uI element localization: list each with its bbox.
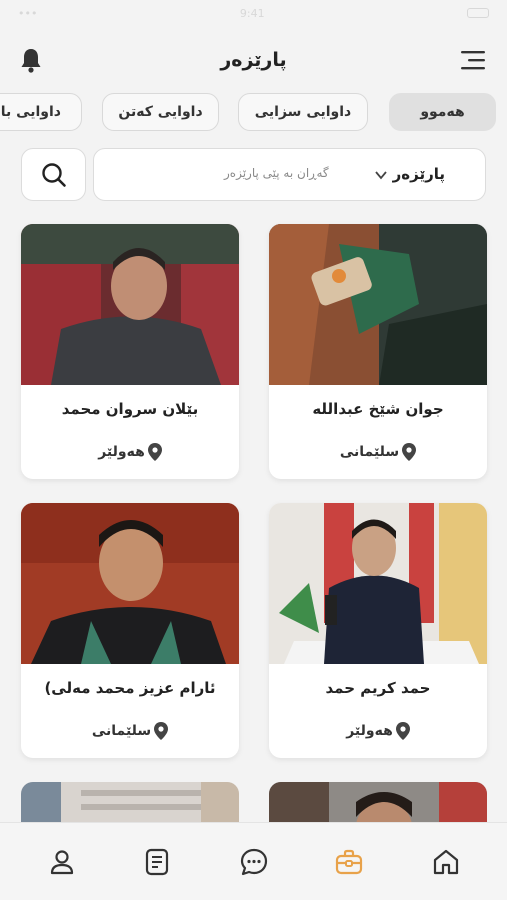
home-icon[interactable] [431,847,461,877]
document-icon[interactable] [142,847,172,877]
search-filter-select[interactable]: پارێزەر [393,165,445,183]
app-header: پارێزەر [0,40,507,80]
search-icon [41,162,66,187]
bottom-tab-bar [0,822,507,900]
lawyer-location: سلێمانی [269,443,487,461]
search-field[interactable]: پارێزەر گەڕان بە پێی پارێزەر [93,148,486,201]
chat-icon[interactable] [239,847,269,877]
lawyer-card[interactable]: ئارام عزیز محمد مەلی) سلێمانی [21,503,239,758]
lawyer-card[interactable]: جوان شێخ عبدالله سلێمانی [269,224,487,479]
page-title: پارێزەر [220,49,287,71]
search-row: پارێزەر گەڕان بە پێی پارێزەر [0,148,507,202]
location-label: سلێمانی [91,723,152,739]
lawyer-photo [269,224,487,385]
lawyer-name: جوان شێخ عبدالله [312,400,444,418]
lawyer-photo [21,224,239,385]
filter-chip-label: هەموو [420,104,465,120]
lawyer-location: هەولێر [269,722,487,740]
filter-chip-label: داوایی کەتن [118,104,203,120]
lawyer-location: هەولێر [21,443,239,461]
profile-icon[interactable] [47,847,77,877]
lawyer-card[interactable]: حمد کریم حمد هەولێر [269,503,487,758]
lawyer-photo [21,503,239,664]
status-carrier: ••• [18,6,38,20]
lawyer-photo [269,503,487,664]
search-button[interactable] [21,148,86,201]
location-label: هەولێر [346,723,393,739]
location-pin-icon [154,722,169,740]
lawyer-name: ئارام عزیز محمد مەلی) [44,679,216,697]
status-bar: ••• 9:41 [0,0,507,26]
filter-chip-criminal[interactable]: داوایی سزایی [238,93,368,131]
search-input[interactable]: گەڕان بە پێی پارێزەر [224,166,329,180]
lawyer-name: بێلان سروان محمد [61,400,199,418]
category-filters: هەموو داوایی سزایی داوایی کەتن داوایی با… [0,93,507,133]
battery-icon [466,8,489,18]
lawyer-location: سلێمانی [21,722,239,740]
chevron-down-icon[interactable] [374,169,388,181]
filter-chip-divorce[interactable]: داوایی کەتن [102,93,219,131]
bell-icon[interactable] [18,46,44,74]
status-time: 9:41 [239,6,265,20]
status-indicators [466,8,489,18]
filter-chip-all[interactable]: هەموو [389,93,496,131]
location-pin-icon [402,443,417,461]
location-pin-icon [395,722,410,740]
location-label: سلێمانی [339,444,400,460]
filter-chip-more[interactable]: داوایی بار [0,93,82,131]
lawyer-card[interactable]: بێلان سروان محمد هەولێر [21,224,239,479]
filter-chip-label: داوایی سزایی [254,104,352,120]
lawyer-name: حمد کریم حمد [325,679,431,697]
filter-chip-label: داوایی بار [0,104,61,120]
location-pin-icon [147,443,162,461]
menu-icon[interactable] [459,48,487,72]
briefcase-icon[interactable] [334,847,364,877]
location-label: هەولێر [98,444,145,460]
